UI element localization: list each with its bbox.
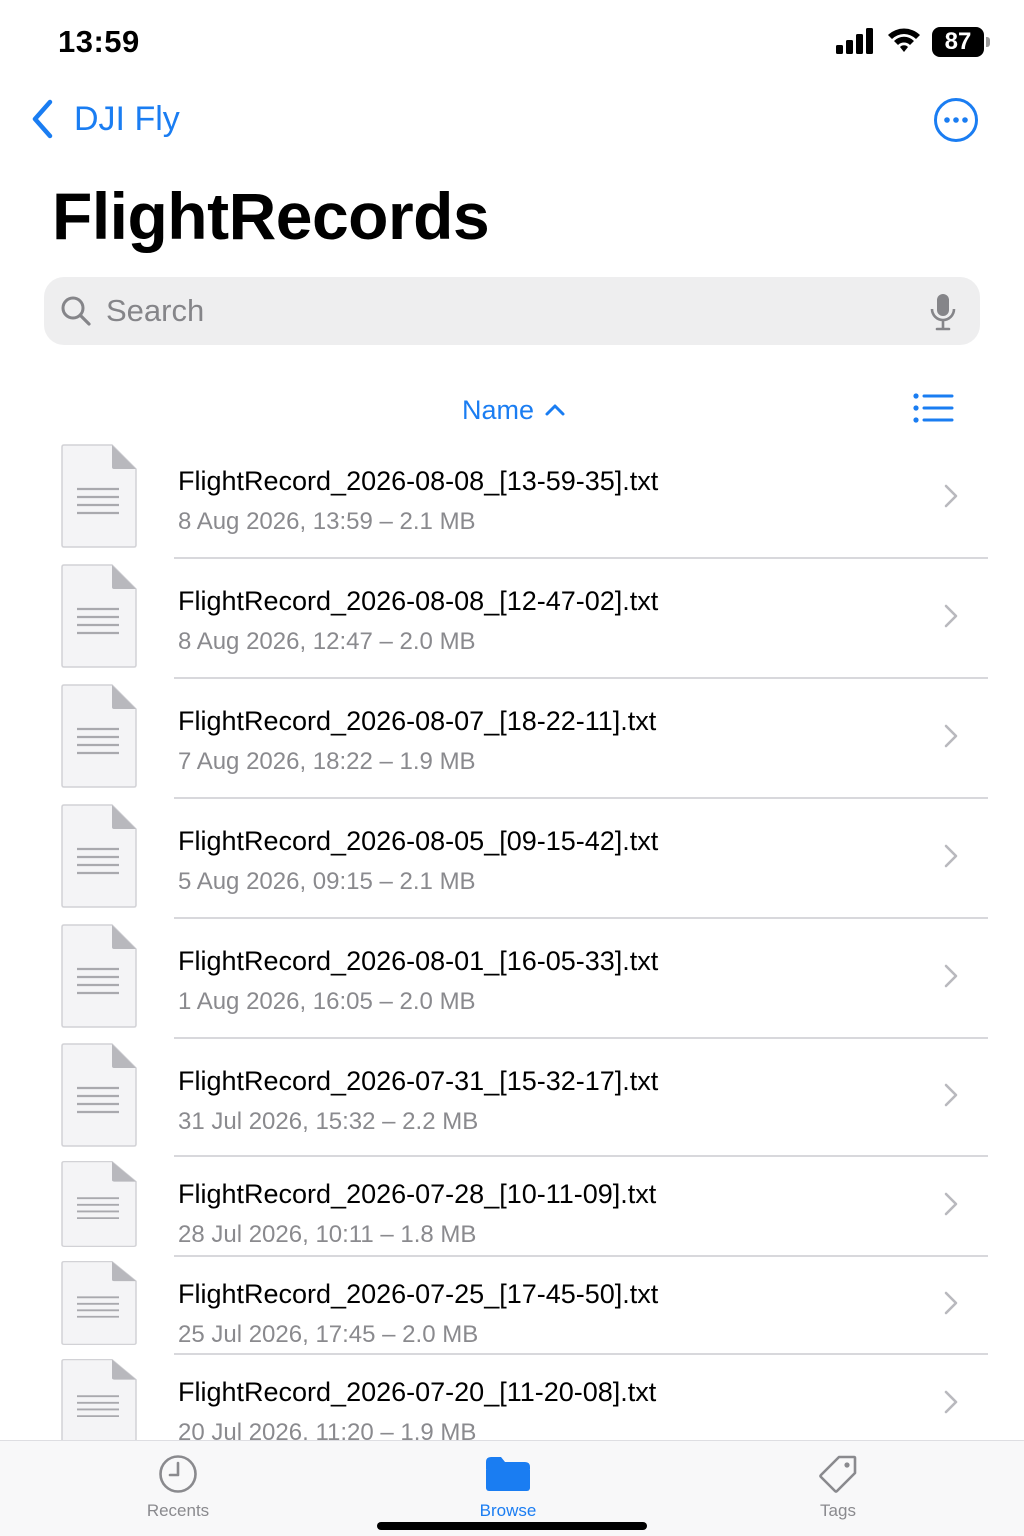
tab-recents[interactable]: Recents [108,1441,248,1536]
file-meta: 7 Aug 2026, 18:22 – 1.9 MB [178,748,476,775]
tab-tags[interactable]: Tags [768,1441,908,1536]
wifi-icon [888,28,920,52]
sort-by-name-button[interactable]: Name [462,390,566,430]
file-name: FlightRecord_2026-08-07_[18-22-11].txt [178,706,657,736]
back-label: DJI Fly [74,99,180,138]
text-document-icon [61,1359,137,1445]
cellular-signal-icon [836,28,873,54]
tag-icon [819,1455,857,1493]
search-input[interactable] [106,277,906,345]
file-meta: 31 Jul 2026, 15:32 – 2.2 MB [178,1108,479,1135]
sort-label: Name [462,394,535,425]
file-meta: 8 Aug 2026, 12:47 – 2.0 MB [178,628,476,655]
file-row[interactable]: FlightRecord_2026-07-25_[17-45-50].txt 25… [0,1256,1024,1355]
search-icon [61,296,91,326]
file-row[interactable]: FlightRecord_2026-08-07_[18-22-11].txt 7 … [0,678,1024,799]
text-document-icon [61,804,137,908]
chevron-up-icon [545,404,565,416]
file-name: FlightRecord_2026-07-28_[10-11-09].txt [178,1179,657,1209]
chevron-right-icon [944,844,958,868]
chevron-right-icon [944,1083,958,1107]
file-meta: 25 Jul 2026, 17:45 – 2.0 MB [178,1321,479,1348]
home-indicator [377,1522,647,1530]
clock-icon [159,1455,197,1493]
file-name: FlightRecord_2026-07-20_[11-20-08].txt [178,1377,657,1407]
file-row[interactable]: FlightRecord_2026-08-01_[16-05-33].txt 1 … [0,918,1024,1039]
back-button[interactable]: DJI Fly [30,96,180,142]
file-name: FlightRecord_2026-08-08_[12-47-02].txt [178,586,659,616]
status-time: 13:59 [58,24,140,59]
file-name: FlightRecord_2026-08-05_[09-15-42].txt [178,826,659,856]
chevron-right-icon [944,724,958,748]
text-document-icon [61,684,137,788]
file-row[interactable]: FlightRecord_2026-08-05_[09-15-42].txt 5 … [0,798,1024,919]
file-name: FlightRecord_2026-07-25_[17-45-50].txt [178,1279,659,1309]
chevron-right-icon [944,1192,958,1216]
file-name: FlightRecord_2026-08-08_[13-59-35].txt [178,466,659,496]
chevron-right-icon [944,604,958,628]
microphone-icon[interactable] [930,293,956,331]
status-bar: 13:59 87 [0,0,1024,88]
chevron-left-icon [32,99,53,139]
file-row[interactable]: FlightRecord_2026-07-31_[15-32-17].txt 31… [0,1038,1024,1157]
tab-label-recents: Recents [146,1501,210,1520]
page-title: FlightRecords [52,179,490,253]
chevron-right-icon [944,964,958,988]
text-document-icon [61,1043,137,1147]
text-document-icon [61,444,137,548]
chevron-right-icon [944,1390,958,1414]
text-document-icon [61,924,137,1028]
battery-level: 87 [932,27,984,57]
file-meta: 28 Jul 2026, 10:11 – 1.8 MB [178,1221,477,1248]
file-name: FlightRecord_2026-08-01_[16-05-33].txt [178,946,659,976]
tab-label-browse: Browse [479,1501,537,1520]
files-app-screen: 13:59 87 DJI Fly FlightRecords Search Na… [0,0,1024,1536]
battery-cap [986,37,990,47]
file-row[interactable]: FlightRecord_2026-08-08_[13-59-35].txt 8 … [0,438,1024,559]
list-view-icon[interactable] [912,392,954,424]
chevron-right-icon [944,484,958,508]
battery-indicator: 87 [932,27,990,57]
tab-label-tags: Tags [820,1501,856,1520]
file-meta: 1 Aug 2026, 16:05 – 2.0 MB [178,988,476,1015]
file-meta: 8 Aug 2026, 13:59 – 2.1 MB [178,508,476,535]
ellipsis-circle-icon[interactable] [933,97,979,143]
file-row[interactable]: FlightRecord_2026-07-28_[10-11-09].txt 28… [0,1156,1024,1257]
chevron-right-icon [944,1291,958,1315]
file-meta: 5 Aug 2026, 09:15 – 2.1 MB [178,868,476,895]
folder-icon [486,1457,530,1491]
search-bar[interactable] [44,277,980,345]
file-row[interactable]: FlightRecord_2026-07-20_[11-20-08].txt 20… [0,1354,1024,1454]
file-name: FlightRecord_2026-07-31_[15-32-17].txt [178,1066,659,1096]
text-document-icon [61,1261,137,1345]
file-row[interactable]: FlightRecord_2026-08-08_[12-47-02].txt 8 … [0,558,1024,679]
text-document-icon [61,1161,137,1247]
text-document-icon [61,564,137,668]
